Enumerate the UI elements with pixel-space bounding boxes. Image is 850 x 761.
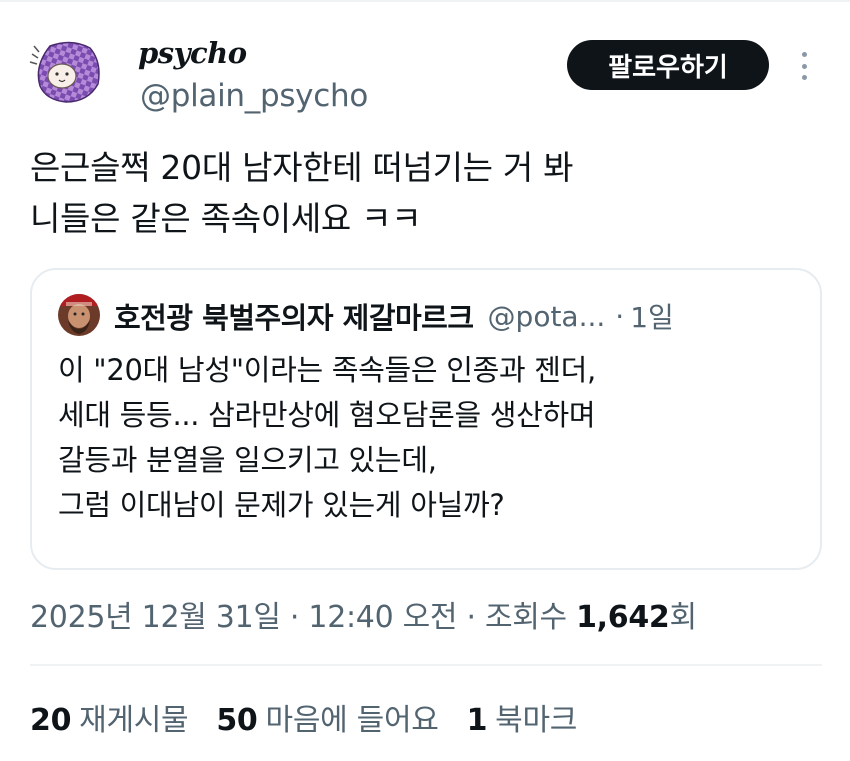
engagement-stats: 20 재게시물 50 마음에 들어요 1 북마크 xyxy=(30,695,605,739)
quoted-line: 갈등과 분열을 일으키고 있는데, xyxy=(58,443,437,477)
separator-dot: · xyxy=(466,600,485,635)
tweet-time[interactable]: 12:40 오전 xyxy=(308,600,457,635)
tweet-meta: 2025년 12월 31일 · 12:40 오전 · 조회수 1,642회 xyxy=(30,592,697,636)
quoted-tweet-time[interactable]: 1일 xyxy=(630,296,674,336)
tweet-line: 은근슬쩍 20대 남자한테 떠넘기는 거 봐 xyxy=(30,148,574,187)
bookmarks-label: 북마크 xyxy=(495,703,578,738)
quoted-author-avatar[interactable] xyxy=(58,294,100,336)
likes-count: 50 xyxy=(216,703,258,738)
author-handle[interactable]: @plain_psycho xyxy=(140,78,368,114)
quoted-author-name[interactable]: 호전광 북벌주의자 제갈마르크 xyxy=(114,295,474,337)
views-label: 조회수 xyxy=(484,600,567,635)
stats-divider xyxy=(30,664,822,666)
quoted-line: 세대 등등... 삼라만상에 혐오담론을 생산하며 xyxy=(58,398,596,432)
likes-label: 마음에 들어요 xyxy=(265,703,439,738)
views-count: 1,642 xyxy=(576,600,670,635)
quoted-tweet-card[interactable]: 호전광 북벌주의자 제갈마르크 @pota... · 1일 이 "20대 남성"… xyxy=(30,268,822,570)
reposts-label: 재게시물 xyxy=(79,703,189,738)
follow-button[interactable]: 팔로우하기 xyxy=(567,40,769,90)
likes-stat[interactable]: 50 마음에 들어요 xyxy=(216,695,439,739)
quoted-line: 그럼 이대남이 문제가 있는게 아닐까? xyxy=(58,488,505,522)
author-display-name[interactable]: psycho xyxy=(138,36,247,70)
quoted-tweet-text: 이 "20대 남성"이라는 족속들은 인종과 젠더, 세대 등등... 삼라만상… xyxy=(58,348,798,528)
separator-dot: · xyxy=(615,299,625,333)
tweet-text: 은근슬쩍 20대 남자한테 떠넘기는 거 봐 니들은 같은 족속이세요 ㅋㅋ xyxy=(30,142,810,244)
bookmarks-stat[interactable]: 1 북마크 xyxy=(466,695,578,739)
quoted-author-handle[interactable]: @pota... xyxy=(488,300,606,333)
quoted-line: 이 "20대 남성"이라는 족속들은 인종과 젠더, xyxy=(58,353,596,387)
more-vertical-icon[interactable] xyxy=(794,46,814,86)
top-divider xyxy=(0,0,850,2)
bookmarks-count: 1 xyxy=(466,703,488,738)
separator-dot: · xyxy=(289,600,309,635)
author-avatar[interactable] xyxy=(28,38,104,106)
reposts-count: 20 xyxy=(30,703,72,738)
bearded-man-avatar-icon xyxy=(58,294,100,336)
views-suffix: 회 xyxy=(669,600,698,635)
quoted-tweet-header: 호전광 북벌주의자 제갈마르크 @pota... · 1일 xyxy=(114,294,674,338)
tweet-line: 니들은 같은 족속이세요 ㅋㅋ xyxy=(30,199,422,238)
checkered-cloth-avatar-icon xyxy=(29,41,100,103)
reposts-stat[interactable]: 20 재게시물 xyxy=(30,695,189,739)
tweet-date[interactable]: 2025년 12월 31일 xyxy=(30,600,281,635)
